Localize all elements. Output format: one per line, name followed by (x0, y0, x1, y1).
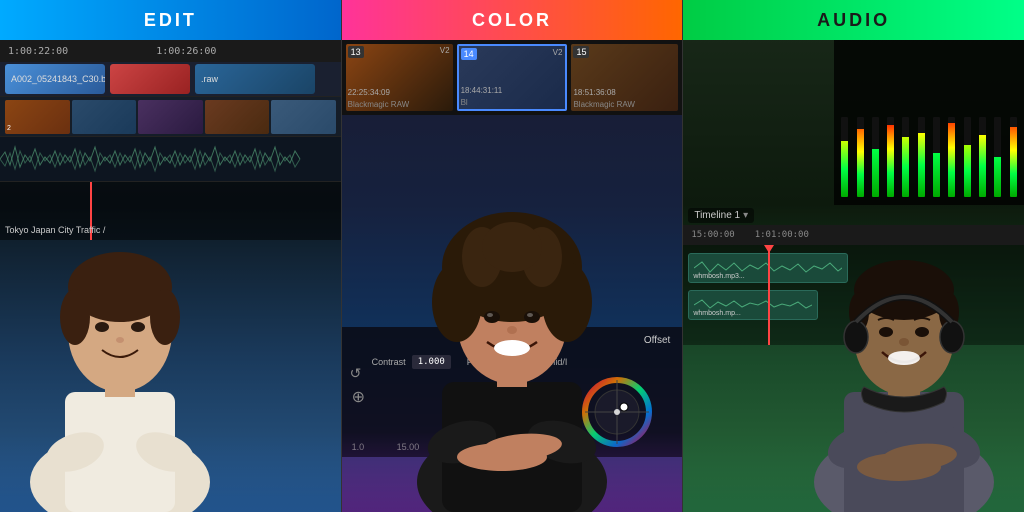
edit-title: EDIT (144, 10, 197, 31)
color-thumb-14-num: 14 (461, 48, 477, 60)
color-thumb-13-num: 13 (348, 46, 364, 58)
color-thumb-15-raw: Blackmagic RAW (573, 100, 635, 109)
audio-person (804, 172, 1004, 512)
color-thumb-14[interactable]: 14 18:44:31:11 Bl V2 (457, 44, 568, 111)
color-panel: COLOR 13 22:25:34:09 Blackmagic RAW V2 1… (341, 0, 684, 512)
audio-tc-1: 15:00:00 (691, 230, 734, 240)
edit-thumb-5 (271, 100, 336, 134)
audio-clip-1-label: whmbosh.mp3... (693, 273, 744, 280)
color-thumb-14-tc: 18:44:31:11 (461, 86, 503, 95)
color-contrast-label: Contrast (372, 357, 406, 367)
color-thumb-15-num: 15 (573, 46, 589, 58)
color-thumb-13-raw: Blackmagic RAW (348, 100, 410, 109)
audio-playhead (768, 245, 770, 345)
edit-thumb-4 (205, 100, 270, 134)
edit-timecode-bar: 1:00:22:00 1:00:26:00 (0, 40, 341, 62)
audio-timeline-label[interactable]: Timeline 1 ▾ (688, 208, 754, 223)
audio-playhead-marker-icon (764, 245, 774, 253)
edit-person-svg (20, 172, 220, 512)
color-title: COLOR (472, 10, 552, 31)
audio-timeline-dropdown-icon: ▾ (743, 210, 748, 221)
color-thumb-15-tc: 18:51:36:08 (573, 88, 615, 97)
mixer-ch-12 (1007, 48, 1020, 197)
audio-person-svg (804, 172, 1004, 512)
audio-tc-2: 1:01:00:00 (755, 230, 809, 240)
audio-clip-2[interactable]: whmbosh.mp... (688, 290, 818, 320)
clip-3-label: .raw (201, 74, 218, 84)
edit-clip-1[interactable]: A002_05241843_C30.braw (5, 64, 105, 94)
color-reset-icon[interactable]: ↺ (350, 365, 362, 382)
clip-1-label: A002_05241843_C30.braw (11, 74, 105, 84)
color-thumb-14-raw: Bl (461, 98, 468, 107)
edit-panel: EDIT 1:00:22:00 1:00:26:00 A002_05241843… (0, 0, 341, 512)
color-add-icon[interactable]: ⊕ (352, 387, 365, 407)
color-scale-value-1: 1.0 (352, 442, 365, 452)
color-thumbnail-strip: 13 22:25:34:09 Blackmagic RAW V2 14 18:4… (342, 40, 683, 115)
audio-header[interactable]: AUDIO (683, 0, 1024, 40)
edit-header[interactable]: EDIT (0, 0, 341, 40)
edit-person (20, 172, 220, 512)
mixer-bar-container-12 (1010, 117, 1017, 197)
edit-thumb-2 (72, 100, 137, 134)
color-thumb-15[interactable]: 15 18:51:36:08 Blackmagic RAW (571, 44, 678, 111)
color-thumb-13-tc: 22:25:34:09 (348, 88, 390, 97)
color-person-svg (402, 152, 622, 512)
edit-clip-3[interactable]: .raw (195, 64, 315, 94)
color-thumbs-container: 13 22:25:34:09 Blackmagic RAW V2 14 18:4… (346, 44, 679, 111)
color-person (402, 152, 622, 512)
edit-track-v1: 2 (0, 97, 341, 137)
edit-track-v2: A002_05241843_C30.braw .raw (0, 62, 341, 97)
color-header[interactable]: COLOR (342, 0, 683, 40)
color-offset-label: Offset (644, 335, 671, 346)
audio-clip-2-label: whmbosh.mp... (693, 310, 740, 317)
color-thumb-13-v: V2 (440, 46, 450, 55)
edit-thumbnails: 2 (5, 100, 336, 134)
edit-thumb-3 (138, 100, 203, 134)
edit-tc-2: 1:00:26:00 (156, 46, 216, 57)
color-thumb-14-v: V2 (553, 48, 563, 57)
audio-panel: AUDIO (683, 0, 1024, 512)
edit-clip-2[interactable] (110, 64, 190, 94)
edit-tc-1: 1:00:22:00 (8, 46, 68, 57)
mixer-bar-12 (1010, 127, 1017, 197)
color-thumb-13[interactable]: 13 22:25:34:09 Blackmagic RAW V2 (346, 44, 453, 111)
audio-title: AUDIO (817, 10, 890, 31)
audio-timeline-name: Timeline 1 (694, 210, 740, 221)
edit-thumb-1: 2 (5, 100, 70, 134)
